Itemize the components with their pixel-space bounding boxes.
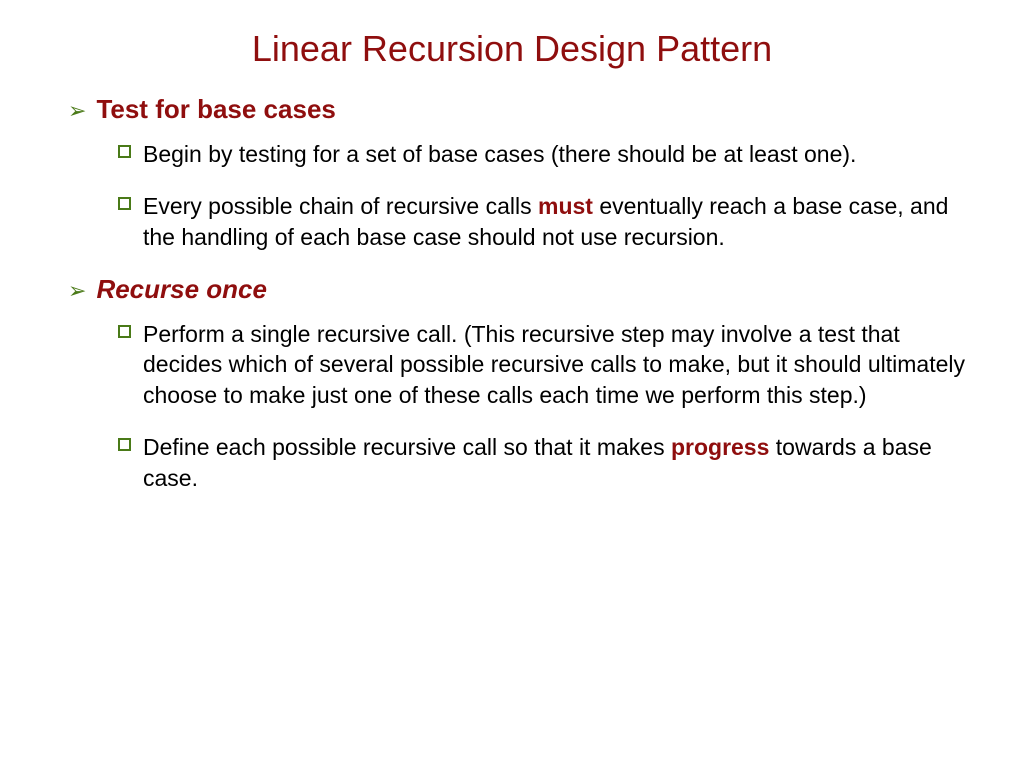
section-1-head: ➢ Recurse once — [68, 274, 974, 305]
section-0-heading: Test for base cases — [96, 94, 335, 125]
section-0: ➢ Test for base cases Begin by testing f… — [68, 94, 974, 252]
bullet-1-1-text: Define each possible recursive call so t… — [143, 432, 974, 493]
arrow-icon: ➢ — [68, 98, 86, 124]
bullet-0-0: Begin by testing for a set of base cases… — [118, 139, 974, 169]
section-1: ➢ Recurse once Perform a single recursiv… — [68, 274, 974, 493]
bullet-0-0-text: Begin by testing for a set of base cases… — [143, 139, 856, 169]
section-1-heading: Recurse once — [96, 274, 267, 305]
square-icon — [118, 438, 131, 451]
section-0-head: ➢ Test for base cases — [68, 94, 974, 125]
bullet-1-1: Define each possible recursive call so t… — [118, 432, 974, 493]
bullet-1-0: Perform a single recursive call. (This r… — [118, 319, 974, 410]
bullet-0-1: Every possible chain of recursive calls … — [118, 191, 974, 252]
arrow-icon: ➢ — [68, 278, 86, 304]
bullet-0-1-text: Every possible chain of recursive calls … — [143, 191, 974, 252]
bullet-1-0-text: Perform a single recursive call. (This r… — [143, 319, 974, 410]
square-icon — [118, 197, 131, 210]
square-icon — [118, 325, 131, 338]
slide-title: Linear Recursion Design Pattern — [50, 28, 974, 70]
square-icon — [118, 145, 131, 158]
slide-body: Linear Recursion Design Pattern ➢ Test f… — [0, 0, 1024, 535]
